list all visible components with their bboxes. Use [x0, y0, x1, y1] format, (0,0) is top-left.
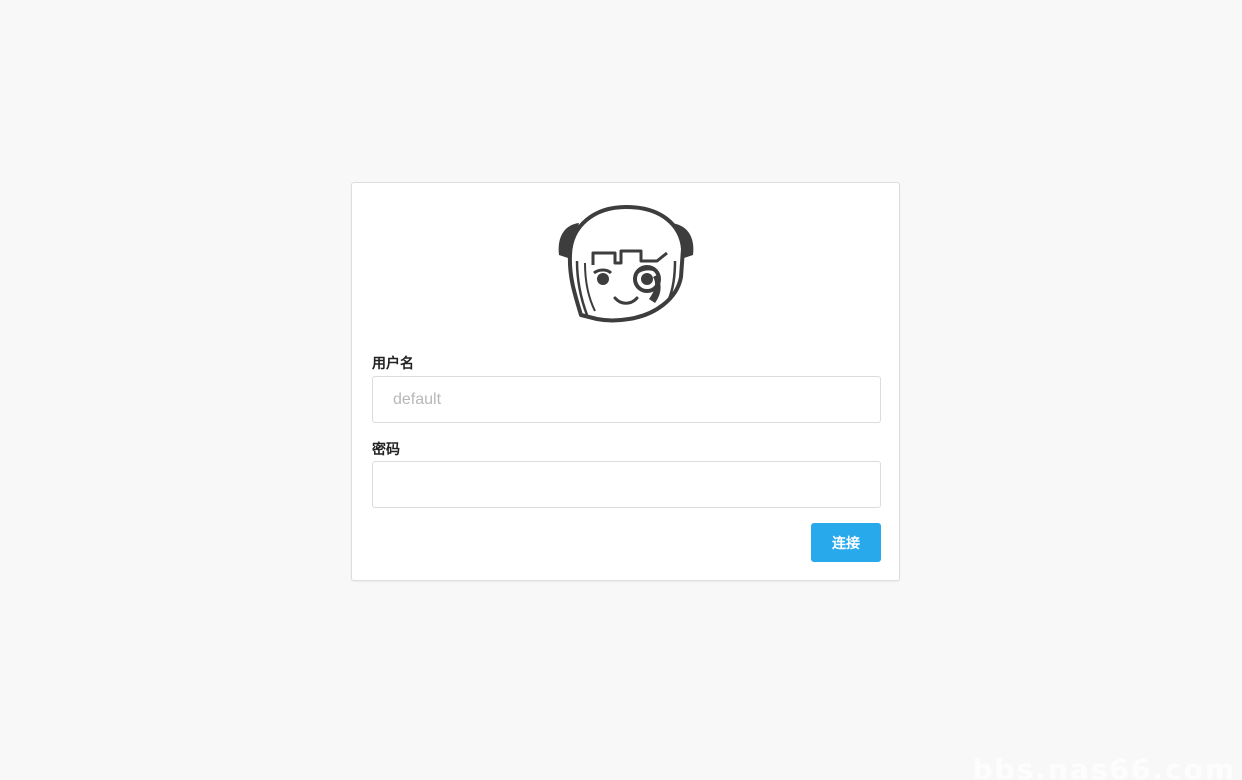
watermark-text: bbs.nas66.com: [972, 753, 1236, 780]
username-label: 用户名: [372, 356, 414, 372]
password-label: 密码: [372, 442, 400, 458]
password-input[interactable]: [372, 461, 881, 508]
login-page: 用户名 密码 连接 bbs.nas66.com: [0, 0, 1242, 780]
login-card: 用户名 密码 连接: [351, 182, 900, 581]
girl-face-mascot-icon: [558, 205, 694, 323]
username-input[interactable]: [372, 376, 881, 423]
connect-button[interactable]: 连接: [811, 523, 881, 562]
